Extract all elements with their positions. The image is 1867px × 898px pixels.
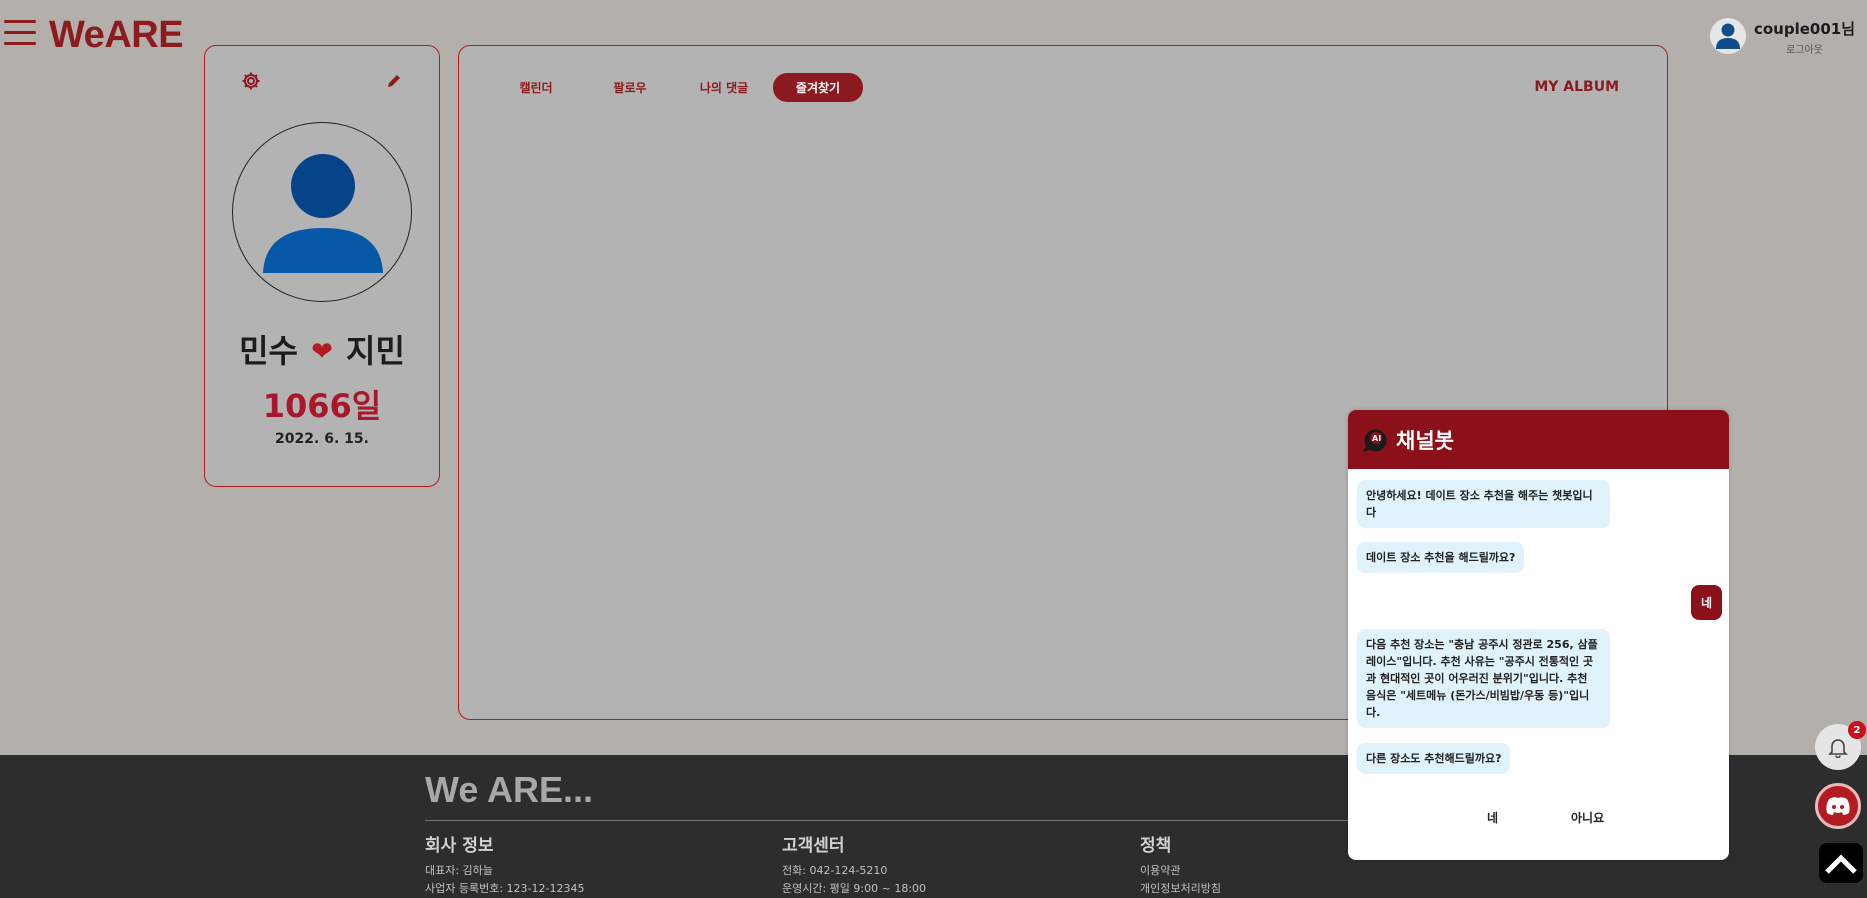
gear-icon[interactable] — [241, 71, 261, 95]
couple-names: 민수 ❤ 지민 — [205, 326, 439, 372]
chatbot-icon: AI — [1363, 428, 1387, 452]
my-album-link[interactable]: MY ALBUM — [1534, 79, 1619, 95]
footer-support-line: 전화: 042-124-5210 — [782, 864, 888, 877]
discord-icon — [1826, 797, 1850, 815]
profile-avatar — [232, 122, 412, 302]
notification-count-badge: 2 — [1848, 721, 1866, 739]
site-logo[interactable]: WeARE — [49, 14, 184, 57]
bell-icon — [1828, 739, 1848, 758]
footer-support-info: 고객센터 전화: 042-124-5210 운영시간: 평일 9:00 ~ 18… — [782, 831, 926, 898]
heart-icon: ❤ — [311, 337, 333, 367]
logout-link[interactable]: 로그아웃 — [1754, 41, 1855, 56]
tab-favorites[interactable]: 즐겨찾기 — [773, 73, 863, 102]
footer-policy-title: 정책 — [1140, 836, 1172, 856]
user-name: couple001님 — [1753, 20, 1855, 38]
footer-divider — [425, 820, 1425, 821]
footer-company-title: 회사 정보 — [425, 836, 494, 856]
pencil-icon[interactable] — [386, 73, 402, 93]
bot-message: 다른 장소도 추천해드릴까요? — [1357, 743, 1511, 774]
discord-button[interactable] — [1815, 783, 1861, 829]
user-avatar-icon — [1709, 18, 1746, 54]
chat-choice-yes[interactable]: 네 — [1487, 809, 1498, 826]
couple-profile-card: 민수 ❤ 지민 1066일 2022. 6. 15. — [204, 45, 440, 487]
user-message: 네 — [1691, 585, 1723, 620]
person-icon — [263, 154, 383, 273]
footer-terms-link[interactable]: 이용약관 — [1140, 862, 1221, 880]
footer-company-info: 회사 정보 대표자: 김하늘 사업자 등록번호: 123-12-12345 — [425, 831, 584, 898]
anniversary-date: 2022. 6. 15. — [275, 431, 369, 447]
footer-company-line: 대표자: 김하늘 — [425, 864, 493, 877]
user-menu[interactable]: couple001님 로그아웃 — [1709, 18, 1855, 56]
footer-privacy-link[interactable]: 개인정보처리방침 — [1140, 880, 1221, 898]
footer-brand: We ARE... — [425, 769, 594, 810]
chat-choice-no[interactable]: 아니요 — [1571, 809, 1604, 826]
days-together: 1066일 — [262, 387, 382, 425]
tab-my-comments[interactable]: 나의 댓글 — [679, 73, 769, 102]
bot-message: 다음 추천 장소는 "충남 공주시 정관로 256, 삼플레이스"입니다. 추천… — [1357, 629, 1610, 728]
tab-calendar[interactable]: 캘린더 — [491, 73, 581, 102]
bot-message: 데이트 장소 추천을 해드릴까요? — [1357, 542, 1525, 573]
footer-company-line: 사업자 등록번호: 123-12-12345 — [425, 882, 585, 895]
footer-support-line: 운영시간: 평일 9:00 ~ 18:00 — [782, 882, 927, 895]
chatbot-window: AI 채널봇 안녕하세요! 데이트 장소 추천을 해주는 챗봇입니다 데이트 장… — [1348, 410, 1729, 860]
menu-icon[interactable] — [4, 20, 36, 50]
partner-name-2: 지민 — [346, 332, 405, 370]
chatbot-title: 채널봇 — [1396, 428, 1454, 453]
tab-bar: 캘린더 팔로우 나의 댓글 즐겨찾기 — [491, 73, 867, 102]
chevron-up-icon — [1825, 854, 1857, 874]
footer-policy-info: 정책 이용약관 개인정보처리방침 — [1140, 831, 1221, 898]
svg-text:AI: AI — [1372, 434, 1381, 443]
footer-support-title: 고객센터 — [782, 836, 845, 856]
bot-message: 안녕하세요! 데이트 장소 추천을 해주는 챗봇입니다 — [1357, 480, 1610, 528]
scroll-to-top-button[interactable] — [1819, 843, 1863, 883]
tab-follow[interactable]: 팔로우 — [585, 73, 675, 102]
partner-name-1: 민수 — [239, 332, 298, 370]
chatbot-header: AI 채널봇 — [1348, 410, 1729, 469]
